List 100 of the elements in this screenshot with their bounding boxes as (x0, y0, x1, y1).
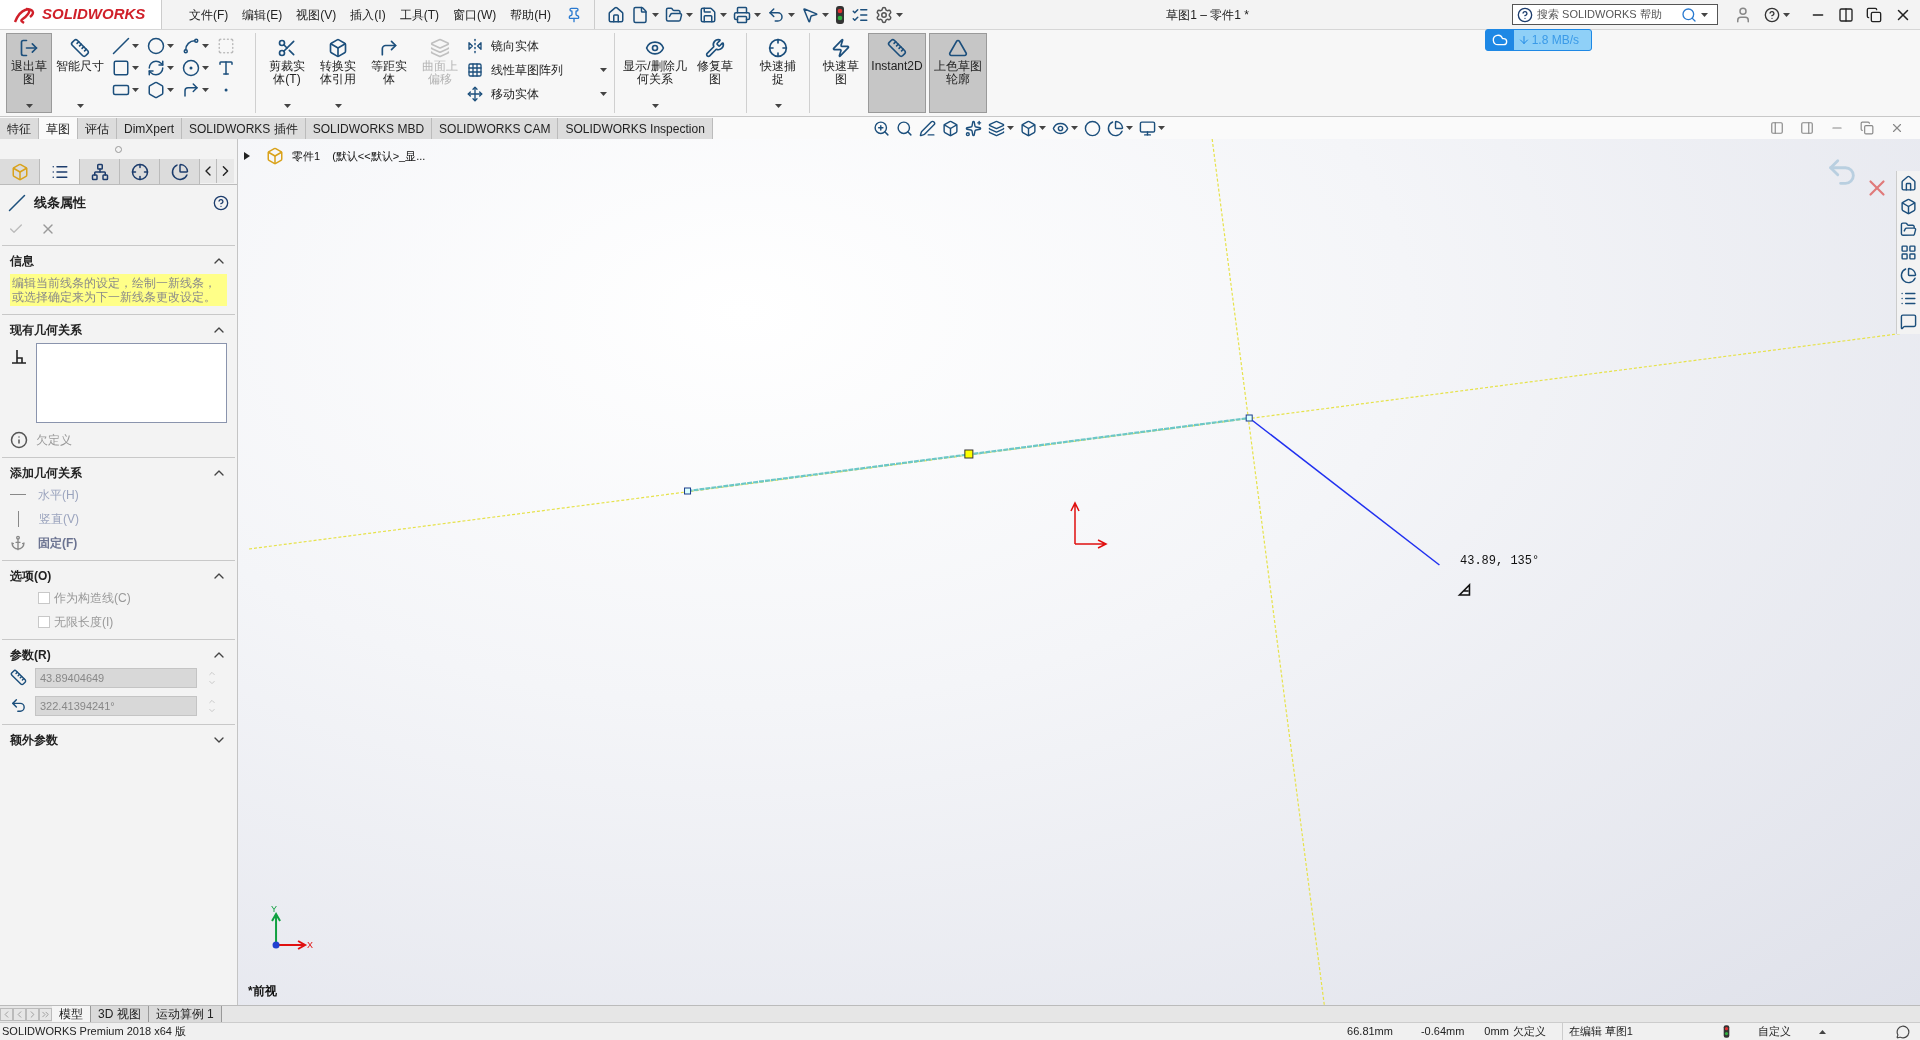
ribbon-button[interactable]: 上色草图轮廓 (929, 33, 987, 113)
menu-item[interactable]: 窗口(W) (446, 5, 504, 24)
circle-dot-icon[interactable] (182, 59, 200, 77)
ribbon-button[interactable]: Instant2D (868, 33, 926, 113)
command-tab[interactable]: DimXpert (117, 118, 182, 139)
menu-item[interactable]: 编辑(E) (235, 5, 290, 24)
layers-icon[interactable] (987, 119, 1005, 137)
panel-right-icon[interactable] (1800, 121, 1814, 135)
save-icon[interactable] (699, 5, 717, 24)
midpoint-marker[interactable] (964, 449, 974, 459)
corner-icon[interactable] (182, 81, 200, 99)
letter-icon[interactable] (217, 59, 235, 77)
panel-tab[interactable] (120, 159, 160, 184)
layers-icon (430, 38, 450, 58)
panel-tab[interactable] (80, 159, 120, 184)
search-field[interactable]: 搜索 SOLIDWORKS 帮助 (1512, 4, 1718, 25)
checkbox-label: 无限长度(I) (54, 613, 114, 631)
model-tab[interactable]: 3D 视图 (91, 1006, 149, 1022)
sphere-icon[interactable] (1083, 119, 1101, 137)
caret-icon (132, 88, 139, 92)
caret-icon (132, 66, 139, 70)
hexagon-icon[interactable] (147, 81, 165, 99)
search-icon[interactable] (895, 119, 913, 137)
ribbon-button[interactable]: 显示/删除几何关系 (622, 33, 688, 113)
sparkle-icon[interactable] (964, 119, 982, 137)
zoom-icon[interactable] (872, 119, 890, 137)
ribbon-button[interactable]: 快速草图 (817, 33, 865, 113)
command-tab[interactable]: SOLIDWORKS Inspection (558, 118, 713, 139)
new-file-icon[interactable] (631, 5, 649, 24)
caret-icon[interactable] (1819, 1029, 1826, 1034)
command-tab[interactable]: SOLIDWORKS MBD (305, 118, 433, 139)
grid-icon[interactable] (1900, 244, 1917, 261)
help-icon[interactable] (1764, 6, 1780, 23)
units-selector[interactable]: 自定义 (1758, 1023, 1791, 1040)
endpoint-marker[interactable] (1245, 414, 1253, 422)
home-icon[interactable] (607, 5, 625, 24)
ribbon-button[interactable]: 等距实体 (365, 33, 413, 113)
tile-icon[interactable] (1838, 6, 1854, 23)
comment-icon[interactable] (1896, 1024, 1910, 1039)
arc-icon[interactable] (147, 59, 165, 77)
ribbon-button[interactable]: 智能尺寸 (55, 33, 105, 113)
print-icon[interactable] (733, 5, 751, 24)
open-folder-icon[interactable] (665, 5, 683, 24)
traffic-light-icon[interactable] (1723, 1025, 1730, 1038)
menu-item[interactable]: 工具(T) (392, 5, 446, 24)
checkbox[interactable] (38, 615, 50, 628)
ribbon-button[interactable]: 剪裁实体(T) (263, 33, 311, 113)
ribbon-button[interactable]: 修复草图 (691, 33, 739, 113)
graphics-area[interactable]: 零件1 (默认<<默认>_显... 43.89, 135° Y X *前视 (238, 139, 1920, 1005)
cube-icon[interactable] (1900, 198, 1917, 215)
model-tab[interactable]: 模型 (52, 1006, 91, 1022)
restore-icon[interactable] (1866, 6, 1882, 23)
caret-icon (774, 104, 782, 108)
vertical-line-icon (18, 510, 19, 527)
menu-item[interactable]: 文件(F) (182, 5, 236, 24)
panel-left-icon[interactable] (1770, 121, 1784, 135)
monitor-icon[interactable] (1138, 119, 1156, 137)
tree-item[interactable]: 零件1 (292, 147, 321, 165)
caret-icon (788, 12, 795, 17)
pen-icon[interactable] (918, 119, 936, 137)
pie-chart-icon[interactable] (1106, 119, 1124, 137)
ribbon-list-item[interactable]: 线性草图阵列 (467, 61, 607, 79)
search-icon[interactable] (1681, 6, 1697, 23)
menu-item[interactable]: 插入(I) (343, 5, 393, 24)
pie-chart-icon[interactable] (1900, 267, 1917, 284)
model-tab[interactable]: 运动算例 1 (148, 1006, 222, 1022)
menu-item[interactable]: 帮助(H) (503, 5, 558, 24)
curve-icon[interactable] (182, 37, 200, 55)
menu-item[interactable]: 视图(V) (289, 5, 344, 24)
command-tab[interactable]: 评估 (78, 118, 117, 139)
ribbon-button[interactable]: 退出草图 (6, 33, 52, 113)
user-icon[interactable] (1734, 5, 1752, 24)
cube-icon[interactable] (941, 119, 959, 137)
command-tab[interactable]: SOLIDWORKS CAM (432, 118, 559, 139)
endpoint-marker[interactable] (684, 487, 692, 495)
pin-icon[interactable] (566, 6, 582, 23)
scroll-right-icon[interactable] (217, 159, 234, 183)
undo-icon[interactable] (767, 5, 785, 24)
rectangle-icon[interactable] (112, 59, 130, 77)
ribbon-button[interactable]: 快速捕捉 (754, 33, 802, 113)
command-tab[interactable]: SOLIDWORKS 插件 (182, 118, 306, 139)
ribbon-list-item[interactable]: 镜向实体 (467, 37, 607, 55)
view-cube-icon[interactable] (1019, 119, 1037, 137)
command-tab[interactable]: 特征 (0, 118, 39, 139)
expand-arrow-icon[interactable] (244, 152, 250, 160)
relation-option[interactable]: 固定(F) (10, 533, 227, 552)
help-icon[interactable] (213, 194, 229, 211)
panel-tab[interactable] (160, 159, 200, 184)
settings-icon[interactable] (875, 5, 893, 24)
line-icon[interactable] (112, 37, 130, 55)
cursor-icon[interactable] (801, 5, 819, 24)
ribbon-list-item[interactable]: 移动实体 (467, 85, 607, 103)
list-icon[interactable] (1900, 290, 1917, 307)
circle-icon[interactable] (147, 37, 165, 55)
ribbon-button[interactable]: 转换实体引用 (314, 33, 362, 113)
chat-icon[interactable] (1900, 313, 1917, 330)
home-icon[interactable] (1900, 175, 1917, 192)
traffic-light-icon[interactable] (835, 5, 845, 24)
folder-icon[interactable] (1900, 221, 1917, 238)
checkbox[interactable] (38, 591, 50, 604)
